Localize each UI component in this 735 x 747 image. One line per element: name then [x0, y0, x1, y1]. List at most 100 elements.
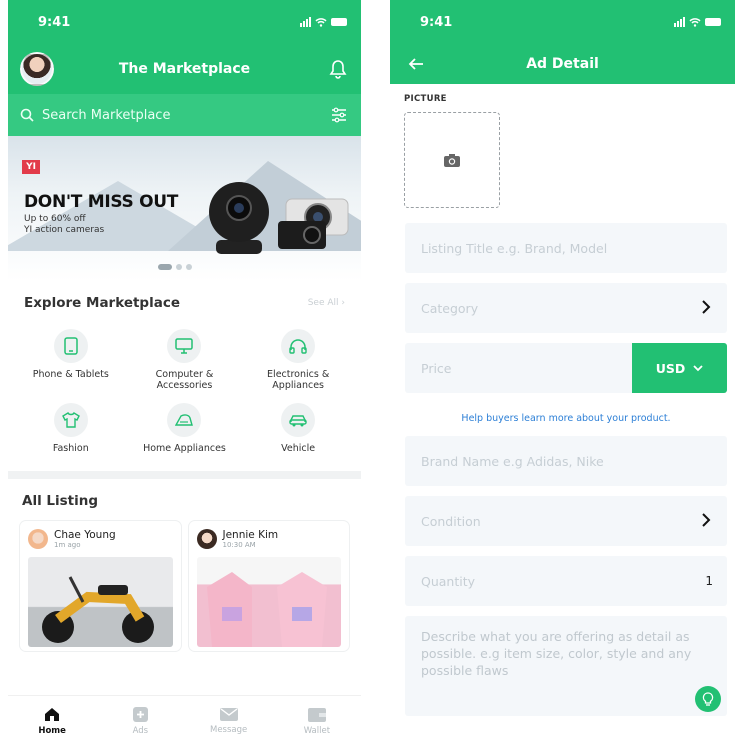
battery-icon [331, 18, 347, 26]
category-label: Home Appliances [143, 443, 226, 454]
status-icons [300, 17, 347, 27]
banner-headline: DON'T MISS OUT [24, 192, 179, 212]
tab-label: Ads [132, 726, 149, 736]
explore-header: Explore Marketplace See All › [8, 281, 361, 311]
filter-icon[interactable] [331, 107, 347, 123]
app-header: Ad Detail [390, 44, 735, 84]
signal-icon [674, 17, 685, 27]
listing-card[interactable]: Chae Young 1m ago [20, 521, 181, 651]
category-electronics-appliances[interactable]: Electronics & Appliances [241, 329, 355, 391]
category-label: Electronics & Appliances [267, 369, 330, 391]
section-title: Explore Marketplace [24, 295, 180, 311]
shirt-icon [61, 412, 80, 428]
top-green-header: 9:41 Ad Detail [390, 0, 735, 84]
field-placeholder: Quantity [421, 573, 476, 589]
chevron-right-icon [702, 513, 711, 527]
add-picture-button[interactable] [404, 112, 500, 208]
category-computer-accessories[interactable]: Computer & Accessories [128, 329, 242, 391]
carousel-dots[interactable] [158, 264, 192, 270]
banner-subline: Up to 60% off YI action cameras [24, 214, 104, 236]
tab-wallet[interactable]: Wallet [282, 707, 352, 736]
top-green-header: 9:41 The Marketplace Search Marketplace [8, 0, 361, 136]
dome-camera-image [209, 182, 269, 254]
help-link[interactable]: Help buyers learn more about your produc… [405, 413, 727, 424]
chevron-right-icon [702, 300, 711, 314]
mail-icon [219, 708, 238, 721]
status-time: 9:41 [420, 14, 453, 30]
search-input[interactable]: Search Marketplace [42, 108, 170, 123]
category-phone-tablets[interactable]: Phone & Tablets [14, 329, 128, 391]
listing-title: All Listing [22, 493, 99, 509]
brand-logo: YI [22, 160, 40, 174]
hoodie-image [206, 572, 327, 647]
field-placeholder: Describe what you are offering as detail… [421, 629, 692, 678]
phone-icon [64, 337, 78, 355]
picture-label: PICTURE [404, 94, 447, 104]
chevron-down-icon [693, 364, 703, 371]
computer-icon [175, 338, 194, 354]
quantity-value: 1 [705, 574, 713, 588]
scooter-image [42, 576, 154, 643]
currency-select[interactable]: USD [632, 343, 727, 393]
search-icon [20, 108, 34, 122]
status-bar: 9:41 [390, 0, 735, 44]
tab-label: Wallet [303, 725, 331, 736]
condition-select[interactable]: Condition [405, 496, 727, 546]
banner-subline-2: YI action cameras [24, 225, 105, 235]
seller-info: Jennie Kim 10:30 AM [196, 528, 342, 549]
category-vehicle[interactable]: Vehicle [241, 403, 355, 465]
home-icon [45, 708, 60, 721]
listing-cards: Chae Young 1m ago Jennie Kim 10:30 AM [8, 509, 361, 651]
category-fashion[interactable]: Fashion [14, 403, 128, 465]
seller-name: Jennie Kim [222, 528, 279, 541]
page-title: The Marketplace [118, 61, 251, 77]
category-label: Fashion [52, 443, 89, 454]
quantity-input[interactable]: Quantity 1 [405, 556, 727, 606]
field-placeholder: Category [421, 300, 479, 316]
category-home-appliances[interactable]: Home Appliances [128, 403, 242, 465]
promo-banner[interactable]: YI DON'T MISS OUT Up to 60% off YI actio… [8, 136, 361, 281]
field-placeholder: Brand Name e.g Adidas, Nike [421, 453, 604, 469]
tips-button[interactable] [695, 686, 721, 712]
avatar [196, 529, 217, 549]
plus-icon [132, 707, 148, 722]
post-time: 10:30 AM [222, 540, 256, 549]
wifi-icon [315, 18, 327, 27]
listing-card[interactable]: Jennie Kim 10:30 AM [188, 521, 349, 651]
signal-icon [300, 17, 311, 27]
marketplace-home-screen: 9:41 The Marketplace Search Marketplace … [8, 0, 361, 747]
tab-message[interactable]: Message [194, 708, 264, 735]
description-textarea[interactable]: Describe what you are offering as detail… [405, 616, 727, 716]
price-input[interactable]: Price USD [405, 343, 727, 393]
currency-value: USD [655, 360, 686, 376]
category-label: Vehicle [281, 443, 316, 454]
tab-home[interactable]: Home [17, 707, 87, 736]
seller-name: Chae Young [54, 528, 116, 541]
camera-icon [444, 153, 460, 167]
status-time: 9:41 [38, 14, 71, 30]
field-placeholder: Listing Title e.g. Brand, Model [421, 240, 608, 256]
status-bar: 9:41 [8, 0, 361, 44]
car-icon [289, 415, 307, 427]
bottom-tab-bar: Home Ads Message Wallet [8, 695, 361, 747]
bell-icon[interactable] [329, 59, 347, 79]
ad-detail-screen: 9:41 Ad Detail PICTURE Listing Title e.g… [390, 0, 735, 747]
avatar [28, 529, 48, 549]
app-header: The Marketplace [8, 44, 361, 94]
tab-ads[interactable]: Ads [105, 707, 175, 736]
section-divider [8, 471, 361, 479]
battery-icon [705, 18, 721, 26]
see-all-link[interactable]: See All › [308, 298, 345, 308]
search-bar[interactable]: Search Marketplace [8, 94, 361, 136]
status-icons [674, 17, 721, 27]
brand-name-input[interactable]: Brand Name e.g Adidas, Nike [405, 436, 727, 486]
category-label: Phone & Tablets [32, 369, 109, 380]
banner-subline-1: Up to 60% off [24, 214, 86, 224]
category-label: Computer & Accessories [155, 369, 214, 391]
tab-label: Message [209, 725, 248, 735]
listing-photo-scooter [28, 557, 173, 647]
category-select[interactable]: Category [405, 283, 727, 333]
listing-title-input[interactable]: Listing Title e.g. Brand, Model [405, 223, 727, 273]
listing-photo-hoodies [196, 557, 341, 647]
headphones-icon [289, 339, 307, 354]
